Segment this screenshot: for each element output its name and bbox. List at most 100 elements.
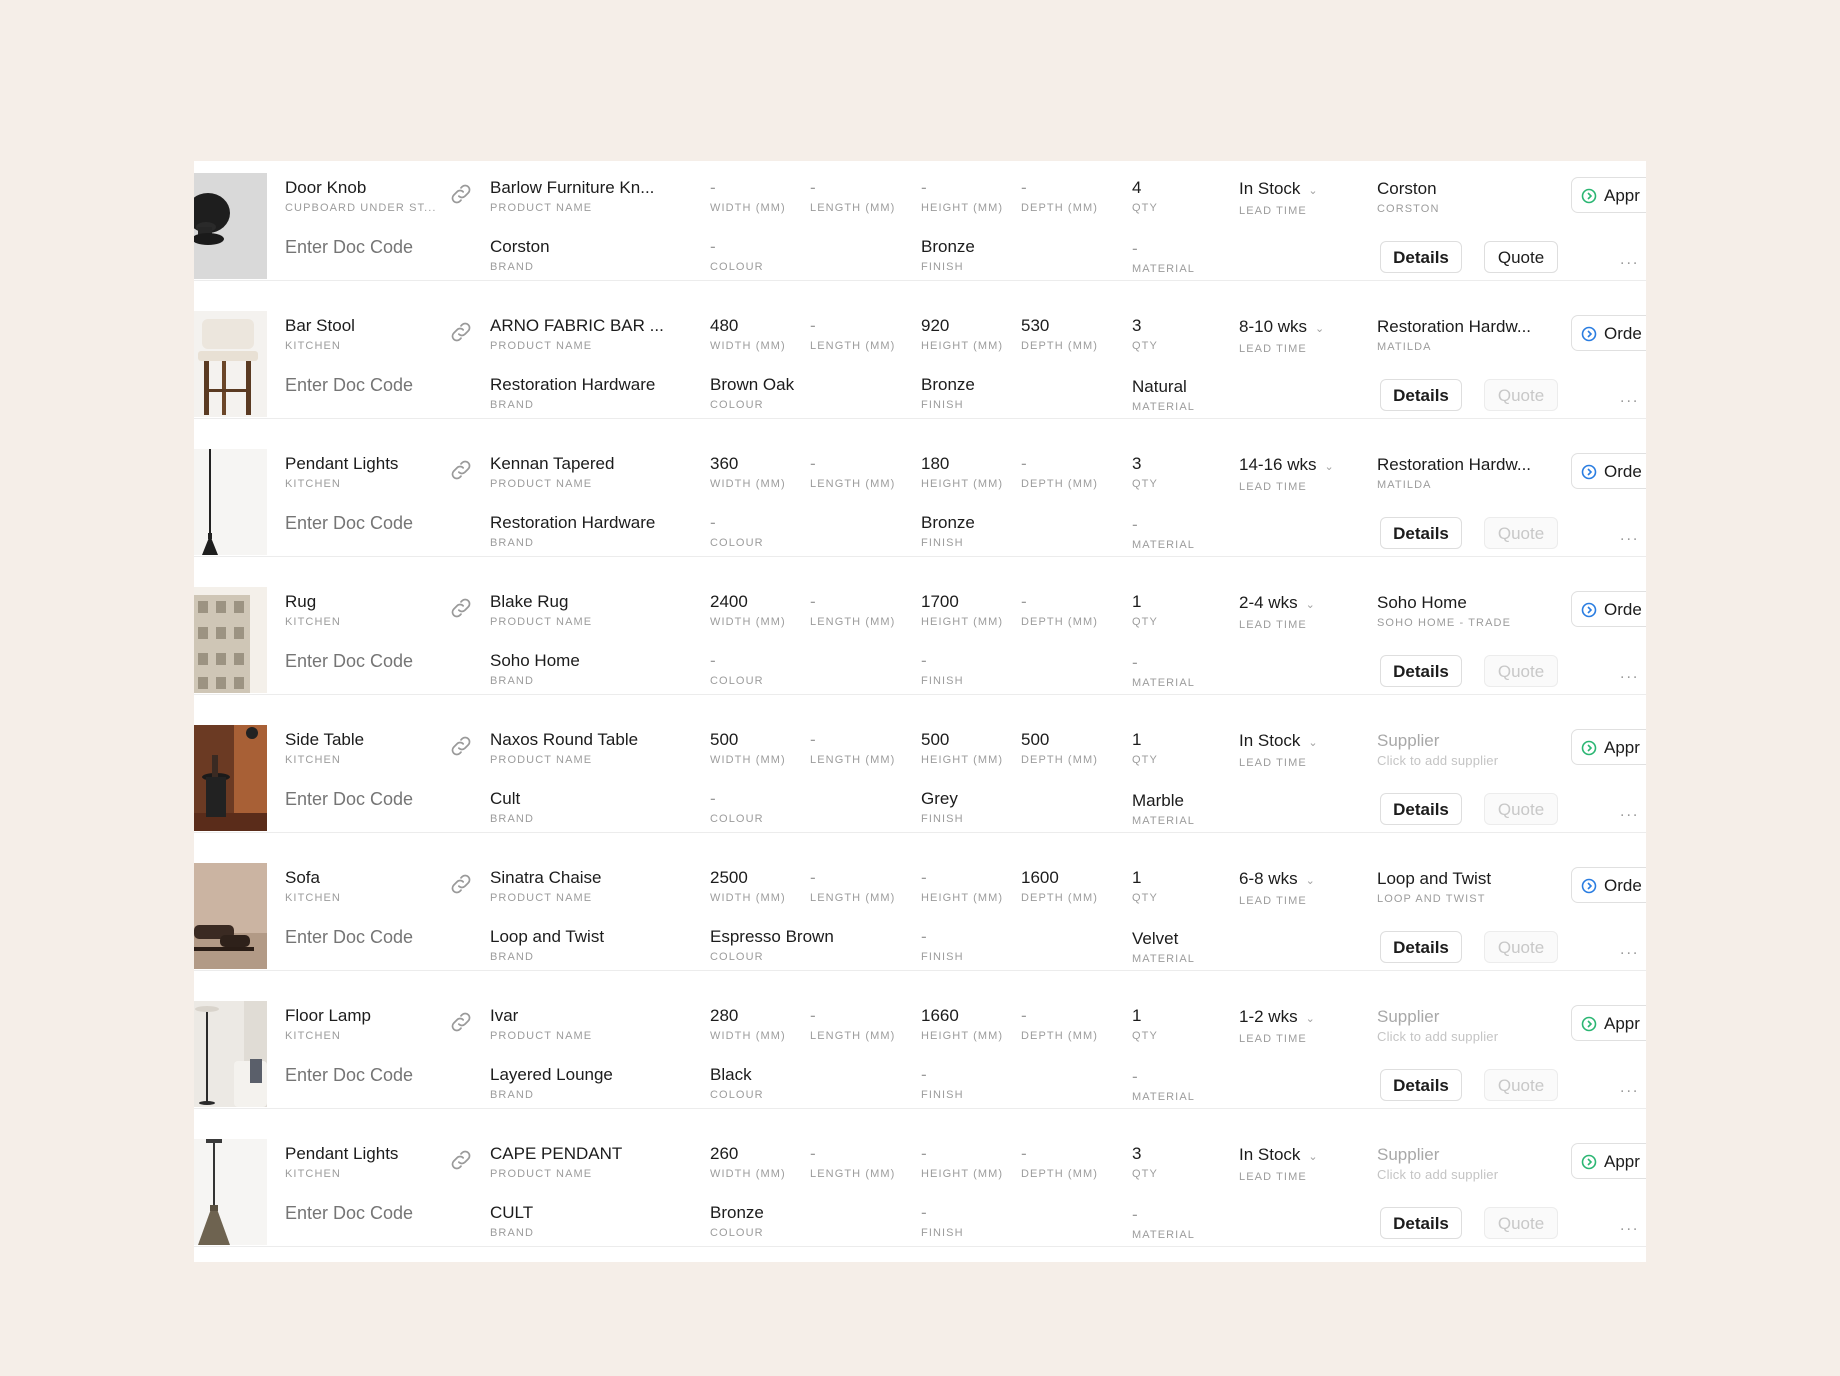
supplier-cell[interactable]: Supplier Click to add supplier xyxy=(1377,1145,1498,1182)
supplier-cell[interactable]: Restoration Hardw... MATILDA xyxy=(1377,317,1531,354)
ordered-status-button[interactable]: Orde xyxy=(1571,591,1646,627)
supplier-cell[interactable]: Restoration Hardw... MATILDA xyxy=(1377,455,1531,492)
item-name-cell[interactable]: Bar Stool KITCHEN xyxy=(285,316,355,353)
quote-button[interactable]: Quote xyxy=(1484,241,1558,273)
doc-code-input[interactable] xyxy=(285,788,445,810)
item-name-cell[interactable]: Floor Lamp KITCHEN xyxy=(285,1006,371,1043)
colour-cell[interactable]: Espresso Brown COLOUR xyxy=(710,927,834,964)
colour-cell[interactable]: - COLOUR xyxy=(710,237,764,274)
link-icon[interactable] xyxy=(448,871,474,897)
length-cell[interactable]: - LENGTH (MM) xyxy=(810,868,895,905)
stool-image[interactable] xyxy=(194,311,267,417)
link-icon[interactable] xyxy=(448,595,474,621)
doc-code-input[interactable] xyxy=(285,650,445,672)
qty-cell[interactable]: 1 QTY xyxy=(1132,868,1158,905)
details-button[interactable]: Details xyxy=(1380,655,1462,687)
approved-status-button[interactable]: Appr xyxy=(1571,729,1646,765)
brand-cell[interactable]: Cult BRAND xyxy=(490,789,534,826)
supplier-cell[interactable]: Corston CORSTON xyxy=(1377,179,1440,216)
doc-code-input[interactable] xyxy=(285,1064,445,1086)
pendant-cone-image[interactable] xyxy=(194,1139,267,1245)
link-icon[interactable] xyxy=(448,1009,474,1035)
material-cell[interactable]: - MATERIAL xyxy=(1132,239,1195,276)
supplier-cell[interactable]: Loop and Twist LOOP AND TWIST xyxy=(1377,869,1491,906)
product-name-cell[interactable]: CAPE PENDANT PRODUCT NAME xyxy=(490,1144,622,1181)
height-cell[interactable]: 500 HEIGHT (MM) xyxy=(921,730,1003,767)
material-cell[interactable]: Natural MATERIAL xyxy=(1132,377,1195,414)
more-options-icon[interactable]: ... xyxy=(1620,1217,1639,1235)
product-name-cell[interactable]: Kennan Tapered PRODUCT NAME xyxy=(490,454,614,491)
item-name-cell[interactable]: Side Table KITCHEN xyxy=(285,730,364,767)
colour-cell[interactable]: Brown Oak COLOUR xyxy=(710,375,794,412)
details-button[interactable]: Details xyxy=(1380,517,1462,549)
doc-code-input[interactable] xyxy=(285,374,445,396)
depth-cell[interactable]: 530 DEPTH (MM) xyxy=(1021,316,1098,353)
details-button[interactable]: Details xyxy=(1380,1207,1462,1239)
details-button[interactable]: Details xyxy=(1380,793,1462,825)
material-cell[interactable]: Velvet MATERIAL xyxy=(1132,929,1195,966)
finish-cell[interactable]: - FINISH xyxy=(921,1065,964,1102)
finish-cell[interactable]: Bronze FINISH xyxy=(921,237,975,274)
quote-button[interactable]: Quote xyxy=(1484,1207,1558,1239)
item-name-cell[interactable]: Door Knob CUPBOARD UNDER ST... xyxy=(285,178,437,215)
product-name-cell[interactable]: Naxos Round Table PRODUCT NAME xyxy=(490,730,638,767)
width-cell[interactable]: 280 WIDTH (MM) xyxy=(710,1006,786,1043)
doc-code-input[interactable] xyxy=(285,236,445,258)
lead-time-dropdown[interactable]: In Stock ⌄ LEAD TIME xyxy=(1239,1145,1318,1184)
brand-cell[interactable]: Restoration Hardware BRAND xyxy=(490,513,655,550)
doc-code-input[interactable] xyxy=(285,1202,445,1224)
product-name-cell[interactable]: ARNO FABRIC BAR ... PRODUCT NAME xyxy=(490,316,664,353)
depth-cell[interactable]: - DEPTH (MM) xyxy=(1021,178,1098,215)
lead-time-dropdown[interactable]: 14-16 wks ⌄ LEAD TIME xyxy=(1239,455,1334,494)
brand-cell[interactable]: Loop and Twist BRAND xyxy=(490,927,604,964)
material-cell[interactable]: - MATERIAL xyxy=(1132,515,1195,552)
brand-cell[interactable]: Restoration Hardware BRAND xyxy=(490,375,655,412)
height-cell[interactable]: - HEIGHT (MM) xyxy=(921,868,1003,905)
product-name-cell[interactable]: Sinatra Chaise PRODUCT NAME xyxy=(490,868,602,905)
colour-cell[interactable]: - COLOUR xyxy=(710,789,764,826)
knob-image[interactable] xyxy=(194,173,267,279)
material-cell[interactable]: Marble MATERIAL xyxy=(1132,791,1195,828)
side-table-image[interactable] xyxy=(194,725,267,831)
quote-button[interactable]: Quote xyxy=(1484,931,1558,963)
width-cell[interactable]: - WIDTH (MM) xyxy=(710,178,786,215)
material-cell[interactable]: - MATERIAL xyxy=(1132,653,1195,690)
colour-cell[interactable]: Bronze COLOUR xyxy=(710,1203,764,1240)
ordered-status-button[interactable]: Orde xyxy=(1571,315,1646,351)
finish-cell[interactable]: - FINISH xyxy=(921,1203,964,1240)
more-options-icon[interactable]: ... xyxy=(1620,941,1639,959)
supplier-cell[interactable]: Supplier Click to add supplier xyxy=(1377,731,1498,768)
colour-cell[interactable]: - COLOUR xyxy=(710,651,764,688)
length-cell[interactable]: - LENGTH (MM) xyxy=(810,178,895,215)
width-cell[interactable]: 360 WIDTH (MM) xyxy=(710,454,786,491)
qty-cell[interactable]: 3 QTY xyxy=(1132,1144,1158,1181)
quote-button[interactable]: Quote xyxy=(1484,793,1558,825)
details-button[interactable]: Details xyxy=(1380,379,1462,411)
details-button[interactable]: Details xyxy=(1380,1069,1462,1101)
quote-button[interactable]: Quote xyxy=(1484,1069,1558,1101)
item-name-cell[interactable]: Sofa KITCHEN xyxy=(285,868,341,905)
width-cell[interactable]: 2400 WIDTH (MM) xyxy=(710,592,786,629)
quote-button[interactable]: Quote xyxy=(1484,379,1558,411)
approved-status-button[interactable]: Appr xyxy=(1571,1143,1646,1179)
qty-cell[interactable]: 3 QTY xyxy=(1132,454,1158,491)
link-icon[interactable] xyxy=(448,181,474,207)
length-cell[interactable]: - LENGTH (MM) xyxy=(810,1144,895,1181)
finish-cell[interactable]: Bronze FINISH xyxy=(921,513,975,550)
quote-button[interactable]: Quote xyxy=(1484,517,1558,549)
floor-lamp-image[interactable] xyxy=(194,1001,267,1107)
brand-cell[interactable]: CULT BRAND xyxy=(490,1203,534,1240)
height-cell[interactable]: 180 HEIGHT (MM) xyxy=(921,454,1003,491)
height-cell[interactable]: - HEIGHT (MM) xyxy=(921,178,1003,215)
depth-cell[interactable]: - DEPTH (MM) xyxy=(1021,592,1098,629)
qty-cell[interactable]: 1 QTY xyxy=(1132,592,1158,629)
qty-cell[interactable]: 4 QTY xyxy=(1132,178,1158,215)
item-name-cell[interactable]: Pendant Lights KITCHEN xyxy=(285,1144,398,1181)
supplier-cell[interactable]: Supplier Click to add supplier xyxy=(1377,1007,1498,1044)
length-cell[interactable]: - LENGTH (MM) xyxy=(810,316,895,353)
finish-cell[interactable]: - FINISH xyxy=(921,651,964,688)
height-cell[interactable]: 1660 HEIGHT (MM) xyxy=(921,1006,1003,1043)
brand-cell[interactable]: Layered Lounge BRAND xyxy=(490,1065,613,1102)
finish-cell[interactable]: - FINISH xyxy=(921,927,964,964)
product-name-cell[interactable]: Ivar PRODUCT NAME xyxy=(490,1006,592,1043)
